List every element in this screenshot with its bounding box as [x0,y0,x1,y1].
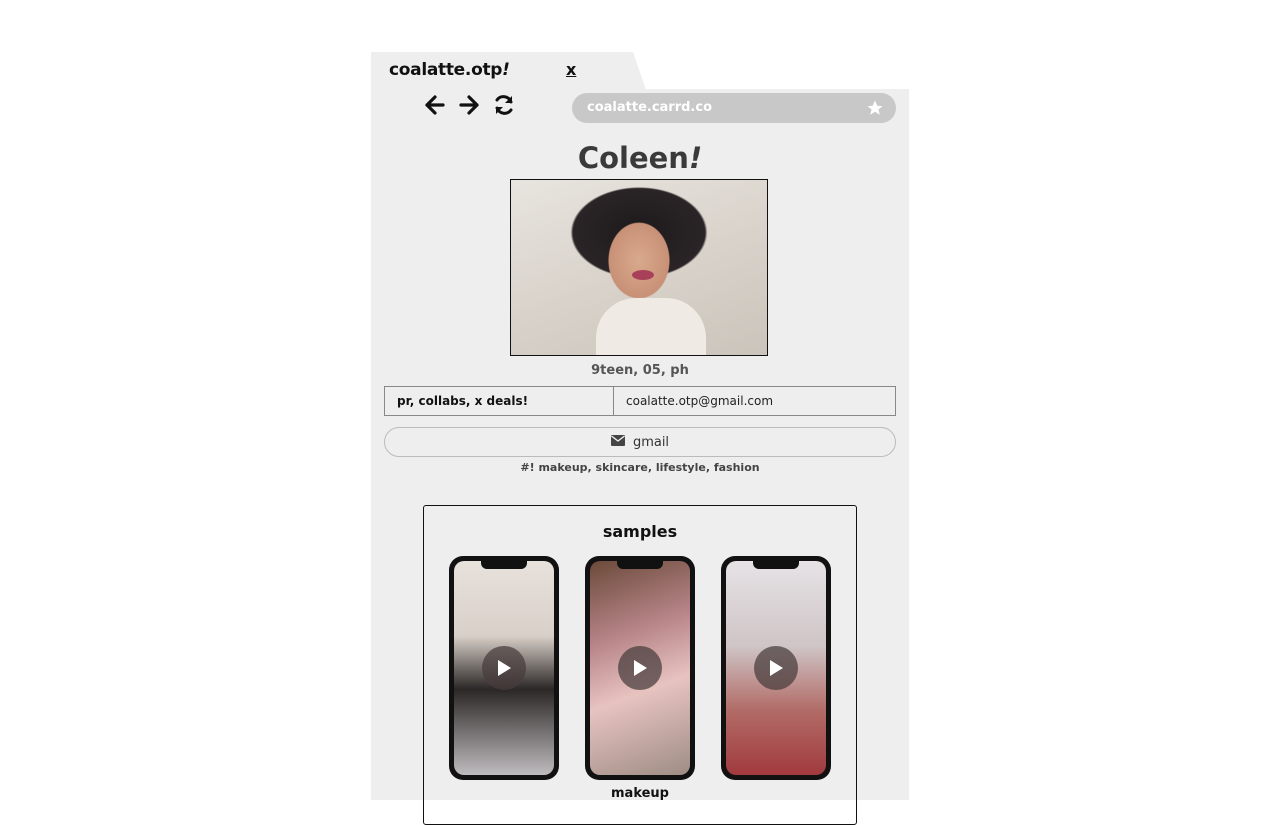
gmail-label: gmail [632,434,670,450]
page-panel: coalatte.carrd.co Coleen! 9teen, 05, ph … [371,89,909,825]
tab-close-button[interactable]: x [566,60,576,79]
star-icon[interactable] [866,99,884,121]
profile-subtitle: 9teen, 05, ph [591,363,689,378]
contact-email: coalatte.otp@gmail.com [626,394,774,408]
address-bar[interactable]: coalatte.carrd.co [572,93,896,123]
tab-title: coalatte.otp! [389,60,510,80]
play-icon[interactable] [482,646,526,690]
arrow-right-icon[interactable] [459,93,479,117]
play-icon[interactable] [754,646,798,690]
samples-title: samples [602,522,678,541]
contact-label: pr, collabs, x deals! [385,387,614,415]
sample-label-2: makeup [611,786,669,801]
gmail-button[interactable]: gmail [384,427,896,457]
profile-photo [510,179,768,356]
sample-video-3[interactable] [721,556,831,780]
browser-tab[interactable]: coalatte.otp! x [371,52,646,90]
samples-section: samples makeup [423,505,857,825]
url-text: coalatte.carrd.co [587,100,713,115]
play-icon[interactable] [618,646,662,690]
browser-window: coalatte.otp! x coalatte.carrd.co Coleen… [371,52,909,825]
tags-line: #! makeup, skincare, lifestyle, fashion [520,461,760,474]
profile-name: Coleen! [577,141,703,175]
sample-video-2[interactable] [585,556,695,780]
contact-table: pr, collabs, x deals! coalatte.otp@gmail… [384,386,896,416]
arrow-left-icon[interactable] [425,93,445,117]
envelope-icon [610,434,625,450]
sample-video-1[interactable] [449,556,559,780]
refresh-icon[interactable] [493,93,515,117]
